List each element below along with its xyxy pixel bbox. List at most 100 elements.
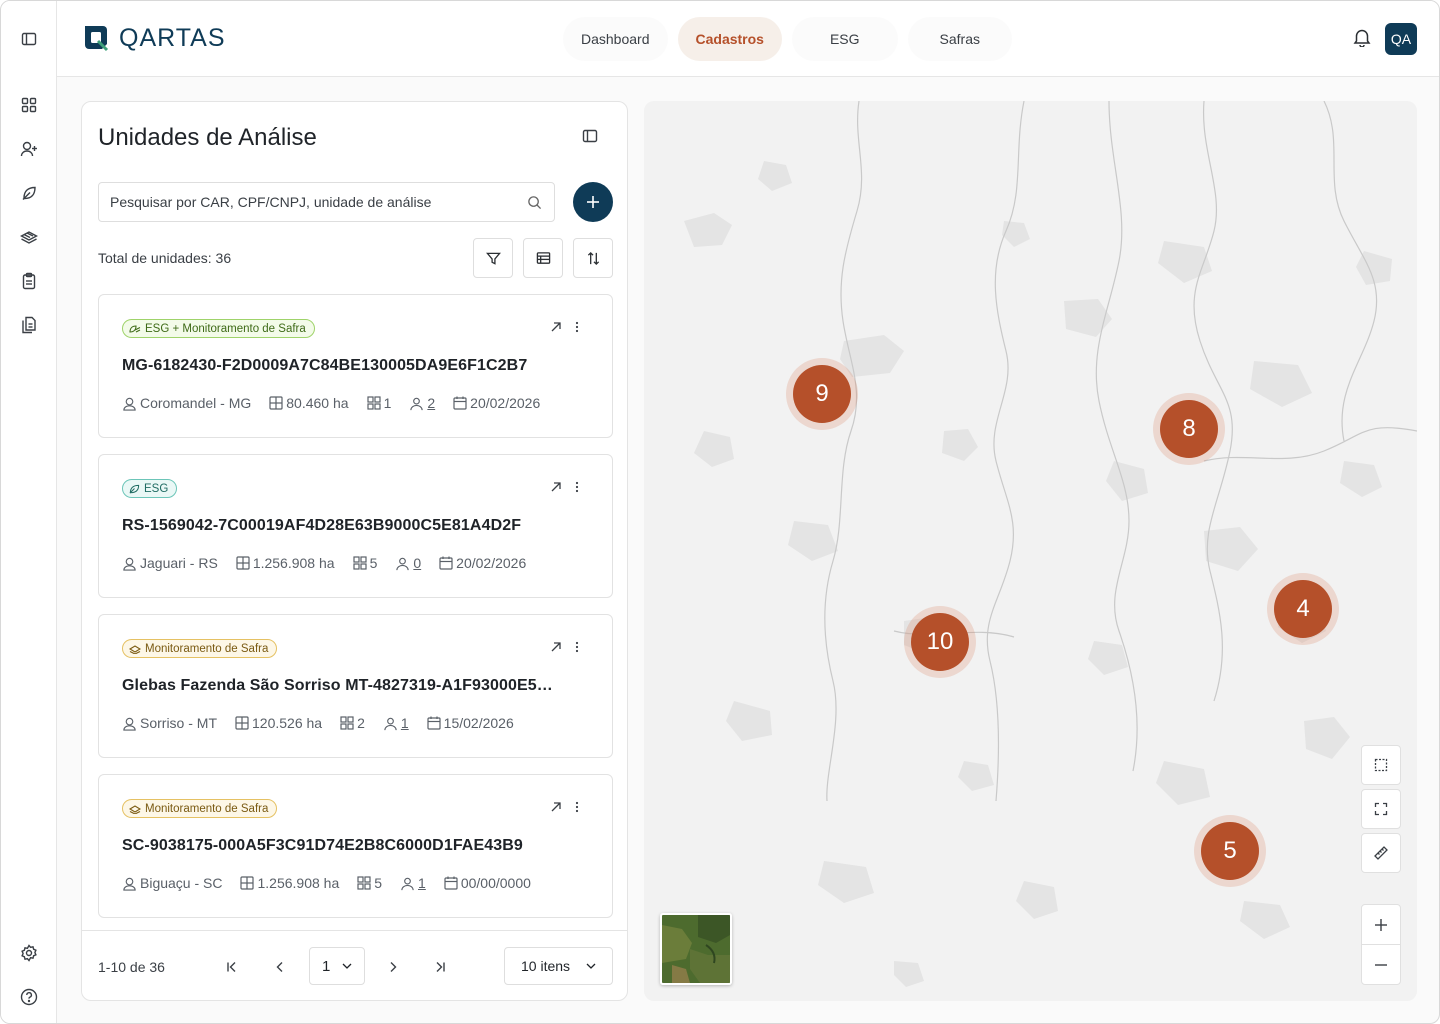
plus-icon: [1375, 918, 1387, 931]
unit-meta: Sorriso - MT 120.526 ha 2 1 15/02/2026: [122, 715, 514, 731]
chevron-down-icon: [586, 963, 596, 969]
add-user-icon[interactable]: [15, 135, 43, 163]
people-count-link[interactable]: 0: [413, 555, 421, 571]
leaf-icon[interactable]: [15, 179, 43, 207]
analysis-units-panel: Unidades de Análise Total de unidades: 3…: [81, 101, 628, 1001]
map-cluster-marker[interactable]: 4: [1267, 573, 1339, 645]
plus-icon: [587, 196, 599, 208]
first-page-icon[interactable]: [220, 955, 244, 979]
unit-card[interactable]: ESG RS-1569042-7C00019AF4D28E63B9000C5E8…: [98, 454, 613, 598]
map-view[interactable]: 9 8 10 4 5: [644, 101, 1417, 1001]
crop-layers-icon: [129, 804, 141, 814]
zoom-out-button[interactable]: [1362, 945, 1400, 985]
unit-location: Sorriso - MT: [140, 715, 217, 731]
people-count-link[interactable]: 1: [418, 875, 426, 891]
calendar-icon: [427, 716, 441, 730]
logo-text: QARTAS: [119, 23, 226, 52]
minus-icon: [1375, 964, 1387, 966]
table-view-button[interactable]: [523, 238, 563, 278]
clipboard-icon[interactable]: [15, 267, 43, 295]
help-icon[interactable]: [15, 983, 43, 1011]
unit-title: MG-6182430-F2D0009A7C84BE130005DA9E6F1C2…: [122, 357, 528, 374]
tab-safras[interactable]: Safras: [907, 17, 1013, 61]
unit-count: 2: [357, 715, 365, 731]
sort-button[interactable]: [573, 238, 613, 278]
current-page: 1: [322, 957, 331, 975]
people-icon: [396, 557, 410, 570]
tab-dashboard[interactable]: Dashboard: [563, 17, 668, 61]
last-page-icon[interactable]: [428, 955, 452, 979]
add-unit-button[interactable]: [573, 182, 613, 222]
tab-esg[interactable]: ESG: [791, 17, 898, 61]
next-page-icon[interactable]: [381, 955, 405, 979]
basemap-switcher-thumbnail[interactable]: [660, 913, 732, 985]
crop-layers-icon[interactable]: [15, 223, 43, 251]
page-title: Unidades de Análise: [98, 124, 317, 151]
people-icon: [401, 877, 414, 890]
documents-icon[interactable]: [15, 311, 43, 339]
unit-count: 1: [383, 395, 392, 411]
tag-badge: Monitoramento de Safra: [122, 639, 278, 658]
total-units-count: Total de unidades: 36: [98, 250, 232, 266]
ruler-icon: [1374, 846, 1388, 860]
people-count-link[interactable]: 2: [427, 395, 435, 411]
panel-collapse-icon[interactable]: [582, 128, 598, 144]
area-grid-icon: [269, 396, 283, 410]
top-header: QARTAS Dashboard Cadastros ESG Safras QA: [57, 1, 1439, 77]
tab-cadastros[interactable]: Cadastros: [677, 17, 782, 61]
pagination-range: 1-10 de 36: [98, 959, 165, 975]
filter-button[interactable]: [473, 238, 513, 278]
dashboard-grid-icon[interactable]: [15, 91, 43, 119]
page-size-select[interactable]: 10 itens: [504, 947, 613, 985]
fullscreen-button[interactable]: [1361, 789, 1401, 829]
people-count-link[interactable]: 1: [401, 715, 409, 731]
unit-title: SC-9038175-000A5F3C91D74E2B8C6000D1FAE43…: [122, 837, 523, 854]
unit-card[interactable]: Monitoramento de Safra SC-9038175-000A5F…: [98, 774, 613, 918]
chevron-down-icon: [342, 963, 352, 969]
units-grid-icon: [357, 876, 371, 890]
map-cluster-marker[interactable]: 10: [904, 606, 976, 678]
map-cluster-marker[interactable]: 8: [1153, 393, 1225, 465]
prev-page-icon[interactable]: [268, 955, 292, 979]
open-external-icon[interactable]: [550, 481, 562, 493]
more-options-icon[interactable]: [575, 801, 579, 813]
page-size-value: 10 itens: [521, 958, 571, 974]
zoom-controls: [1361, 904, 1401, 985]
leaf-crop-icon: [129, 324, 141, 333]
app-window: QARTAS Dashboard Cadastros ESG Safras QA…: [0, 0, 1440, 1024]
notifications-bell-icon[interactable]: [1353, 27, 1371, 47]
unit-location: Biguaçu - SC: [140, 875, 223, 891]
app-logo[interactable]: QARTAS: [81, 23, 226, 53]
unit-count: 5: [369, 555, 378, 571]
map-cluster-marker[interactable]: 5: [1194, 815, 1266, 887]
leaf-icon: [129, 484, 140, 493]
open-external-icon[interactable]: [550, 801, 562, 813]
user-avatar[interactable]: QA: [1385, 23, 1417, 55]
search-input[interactable]: [99, 183, 509, 221]
map-cluster-marker[interactable]: 9: [786, 358, 858, 430]
select-area-button[interactable]: [1361, 745, 1401, 785]
open-external-icon[interactable]: [550, 641, 562, 653]
zoom-in-button[interactable]: [1362, 905, 1400, 945]
more-options-icon[interactable]: [575, 481, 579, 493]
search-icon[interactable]: [527, 195, 542, 210]
more-options-icon[interactable]: [575, 641, 579, 653]
area-grid-icon: [240, 876, 255, 890]
unit-title: RS-1569042-7C00019AF4D28E63B9000C5E81A4D…: [122, 517, 522, 534]
measure-button[interactable]: [1361, 833, 1401, 873]
open-external-icon[interactable]: [550, 321, 562, 333]
units-grid-icon: [340, 716, 354, 730]
calendar-icon: [444, 876, 458, 890]
sidebar-toggle-icon[interactable]: [15, 25, 43, 53]
more-options-icon[interactable]: [575, 321, 579, 333]
area-grid-icon: [236, 556, 250, 570]
unit-card[interactable]: Monitoramento de Safra Glebas Fazenda Sã…: [98, 614, 613, 758]
settings-gear-icon[interactable]: [15, 939, 43, 967]
filter-icon: [485, 252, 501, 265]
table-icon: [536, 252, 550, 264]
unit-card[interactable]: ESG + Monitoramento de Safra MG-6182430-…: [98, 294, 613, 438]
page-select[interactable]: 1: [309, 947, 365, 985]
people-icon: [384, 717, 397, 730]
unit-location: Coromandel - MG: [140, 395, 252, 411]
expand-icon: [1374, 802, 1388, 816]
